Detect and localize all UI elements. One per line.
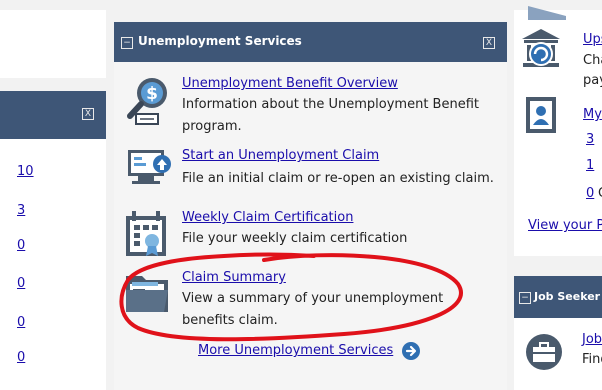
more-unemployment-services-link[interactable]: More Unemployment Services bbox=[198, 343, 393, 358]
view-your-link[interactable]: View your P bbox=[528, 218, 602, 233]
right-count-3-label: C bbox=[598, 186, 602, 201]
job-seeker-title: Job Seeker bbox=[534, 290, 601, 303]
unemployment-services-header: − Unemployment Services X bbox=[114, 22, 507, 62]
collapse-button[interactable]: − bbox=[121, 37, 133, 49]
left-top-panel bbox=[0, 10, 106, 78]
count-link-4[interactable]: 0 bbox=[17, 276, 25, 291]
right-item1-line2: Cha bbox=[583, 53, 602, 68]
svg-text:$: $ bbox=[146, 84, 158, 104]
weekly-certification-icon bbox=[126, 211, 166, 256]
count-link-3[interactable]: 0 bbox=[17, 238, 25, 253]
left-panel-close-button[interactable]: X bbox=[82, 108, 94, 120]
start-claim-description: File an initial claim or re-open an exis… bbox=[182, 171, 494, 186]
left-panel-header: X bbox=[0, 91, 106, 139]
claim-summary-icon bbox=[126, 276, 168, 312]
panel-title: Unemployment Services bbox=[138, 34, 302, 48]
count-link-1[interactable]: 10 bbox=[17, 164, 34, 179]
close-button[interactable]: X bbox=[483, 37, 495, 49]
right-item1-title-link[interactable]: Ups bbox=[583, 32, 602, 47]
profile-document-icon bbox=[526, 97, 556, 133]
right-item1-line3: pay bbox=[583, 73, 602, 88]
right-count-link-3[interactable]: 0 bbox=[586, 186, 594, 201]
count-link-6[interactable]: 0 bbox=[17, 350, 25, 365]
count-link-5[interactable]: 0 bbox=[17, 315, 25, 330]
claim-summary-description: View a summary of your unemployment bene… bbox=[182, 291, 444, 328]
start-claim-link[interactable]: Start an Unemployment Claim bbox=[182, 148, 379, 163]
benefit-overview-icon: $ bbox=[127, 78, 167, 125]
arrow-right-circle-icon[interactable] bbox=[401, 341, 421, 361]
weekly-certification-link[interactable]: Weekly Claim Certification bbox=[182, 210, 353, 225]
bank-building-icon bbox=[522, 29, 560, 67]
claim-summary-link[interactable]: Claim Summary bbox=[182, 270, 286, 285]
briefcase-search-icon bbox=[526, 334, 562, 370]
right-item2-title-link[interactable]: My bbox=[583, 107, 602, 122]
benefit-overview-description: Information about the Unemployment Benef… bbox=[182, 97, 479, 134]
weekly-certification-description: File your weekly claim certification bbox=[182, 231, 408, 246]
header-icon-fragment bbox=[528, 6, 566, 20]
job-seeker-header: − Job Seeker bbox=[514, 276, 602, 318]
job-seeker-panel: − Job Seeker Job Find bbox=[514, 276, 602, 390]
count-link-2[interactable]: 3 bbox=[17, 203, 25, 218]
job-description: Find bbox=[582, 352, 602, 367]
unemployment-services-panel: − Unemployment Services X $ Unemployment… bbox=[114, 22, 507, 390]
benefit-overview-link[interactable]: Unemployment Benefit Overview bbox=[182, 76, 398, 91]
job-seeker-collapse-button[interactable]: − bbox=[519, 292, 531, 304]
left-counts-panel: X 10 3 0 0 0 0 bbox=[0, 91, 106, 390]
job-title-link[interactable]: Job bbox=[582, 332, 602, 347]
right-count-link-1[interactable]: 3 bbox=[586, 132, 594, 147]
start-claim-icon bbox=[128, 150, 171, 184]
right-count-link-2[interactable]: 1 bbox=[586, 158, 594, 173]
right-top-panel: Ups Cha pay My 3 1 0 C View your P bbox=[514, 6, 602, 256]
